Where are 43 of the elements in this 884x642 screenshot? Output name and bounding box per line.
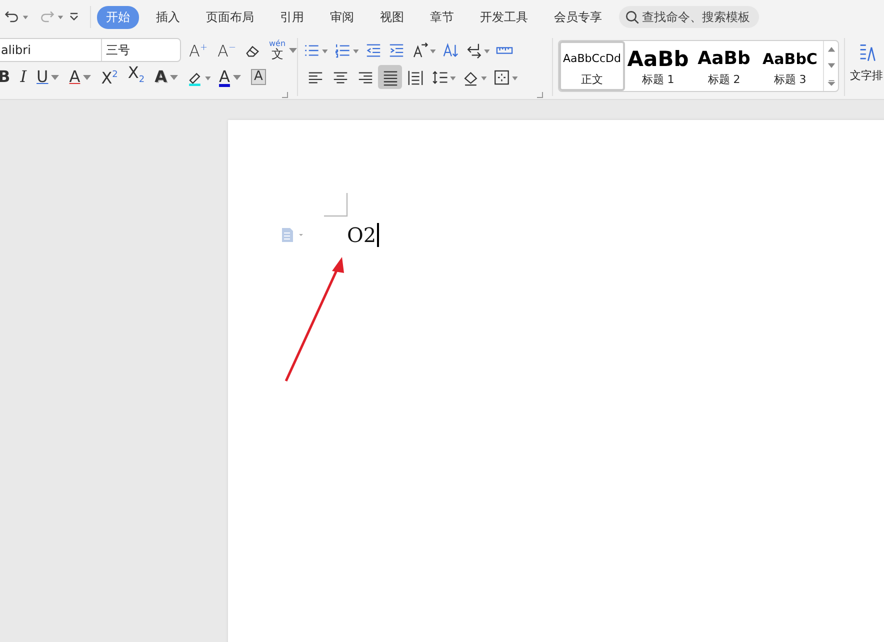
ribbon-tab[interactable]: 开发工具 — [471, 6, 537, 28]
caret-icon[interactable] — [22, 14, 29, 20]
text-direction-icon[interactable] — [411, 42, 436, 58]
search-icon — [625, 10, 640, 24]
superscript-button[interactable]: X$^{2}$ — [99, 65, 120, 89]
scroll-down-icon[interactable] — [826, 61, 836, 70]
dialog-launcher-icon[interactable] — [282, 92, 288, 98]
ribbon-tab[interactable]: 视图 — [371, 6, 413, 28]
text-effect-button[interactable]: A — [152, 67, 180, 87]
subscript-button[interactable]: X$_{2}$ — [126, 63, 147, 91]
font-size-dropdown[interactable]: 三号 — [102, 39, 180, 61]
style-preset[interactable]: AaBbCcDd 正文 — [559, 41, 625, 91]
caret-icon[interactable] — [57, 14, 64, 20]
indent-icon[interactable] — [388, 42, 405, 58]
justify-icon[interactable] — [378, 65, 402, 89]
numbered-list-icon[interactable] — [334, 42, 359, 58]
character-shading-button[interactable]: A — [248, 69, 268, 85]
ribbon-tab[interactable]: 引用 — [271, 6, 313, 28]
line-break-icon[interactable] — [465, 42, 490, 58]
ribbon-tab[interactable]: 审阅 — [321, 6, 363, 28]
search-field[interactable]: 查找命令、搜索模板 — [619, 6, 759, 28]
strikethrough-button[interactable]: A — [67, 67, 94, 87]
margin-corner-mark — [324, 193, 348, 217]
font-name-dropdown[interactable]: alibri — [0, 39, 102, 61]
sort-icon[interactable] — [442, 42, 459, 58]
more-icon[interactable] — [826, 78, 836, 88]
shrink-font-button[interactable]: A$^{−}$ — [216, 38, 238, 62]
phonetic-guide-button[interactable]: wén 文 — [267, 39, 299, 61]
dialog-launcher-icon[interactable] — [537, 92, 543, 98]
undo-icon[interactable] — [4, 9, 20, 25]
scroll-up-icon[interactable] — [826, 44, 836, 54]
document-text: O2 — [347, 223, 376, 247]
ribbon-tab[interactable]: 章节 — [421, 6, 463, 28]
text-cursor — [377, 223, 380, 247]
outdent-icon[interactable] — [365, 42, 382, 58]
font-color-button[interactable]: A — [217, 67, 243, 87]
grow-font-button[interactable]: A$^{+}$ — [187, 38, 210, 62]
ribbon-tab[interactable]: 会员专享 — [545, 6, 611, 28]
italic-button[interactable]: I — [18, 67, 29, 87]
ribbon-tab[interactable]: 插入 — [147, 6, 189, 28]
underline-button[interactable]: U — [34, 67, 62, 87]
ribbon-tab[interactable]: 页面布局 — [197, 6, 263, 28]
text-layout-button[interactable]: 文字排 — [850, 42, 883, 83]
